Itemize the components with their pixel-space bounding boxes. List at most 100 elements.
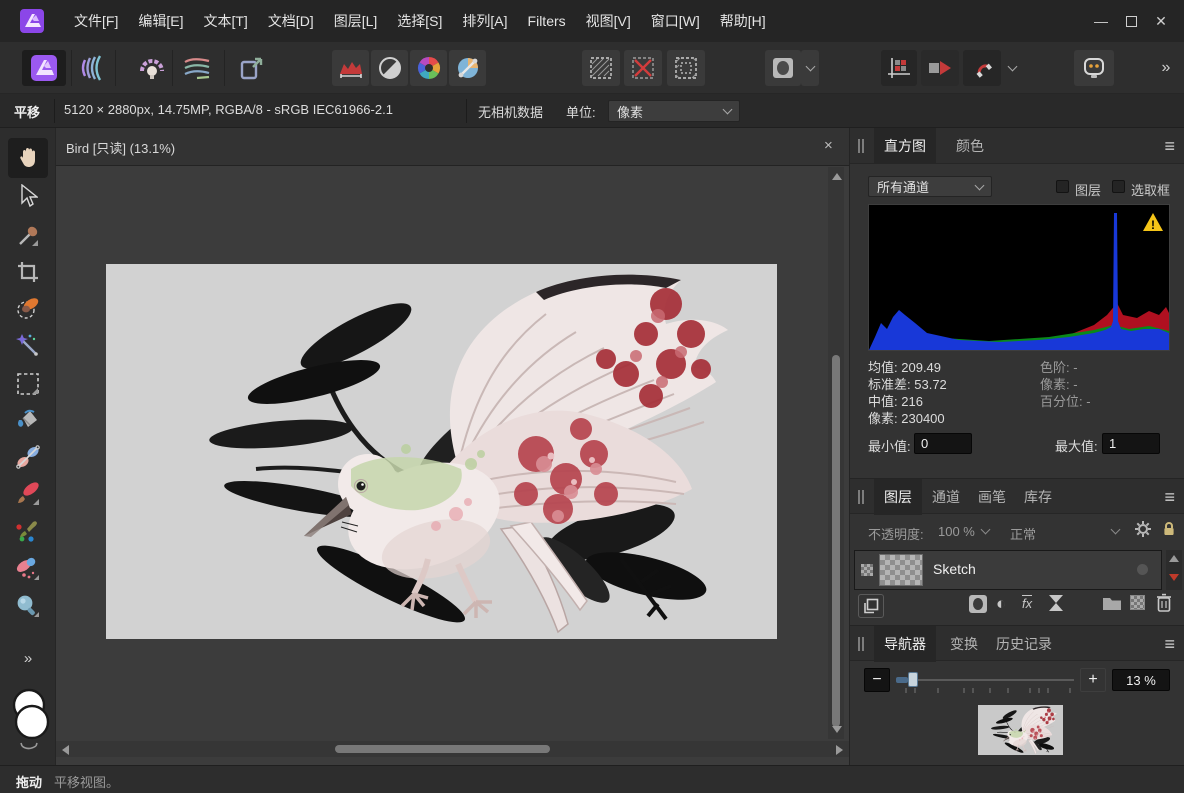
- zoom-out-button[interactable]: −: [864, 668, 890, 692]
- flood-fill-tool[interactable]: [14, 406, 42, 434]
- liquify-persona-button[interactable]: [75, 50, 111, 86]
- auto-colors-button[interactable]: [410, 50, 447, 86]
- color-picker-tool[interactable]: [14, 222, 42, 250]
- layer-visibility-dot[interactable]: [1137, 564, 1148, 575]
- group-layers-button[interactable]: [1102, 594, 1122, 615]
- layer-checkbox[interactable]: [1056, 180, 1069, 193]
- menu-view[interactable]: 视图[V]: [576, 0, 641, 42]
- zoom-slider-thumb[interactable]: [908, 672, 918, 687]
- develop-persona-button[interactable]: [134, 50, 170, 86]
- arrange-button[interactable]: [921, 50, 959, 86]
- maximize-button[interactable]: [1116, 0, 1146, 42]
- panel-grip-icon[interactable]: [858, 139, 860, 153]
- tab-color[interactable]: 颜色: [946, 128, 994, 164]
- scroll-up-icon[interactable]: [1169, 555, 1179, 562]
- mask-layer-button[interactable]: [968, 594, 988, 617]
- navigator-thumbnail[interactable]: [978, 705, 1063, 755]
- export-persona-button[interactable]: [234, 50, 270, 86]
- tab-layers[interactable]: 图层: [874, 479, 922, 515]
- layer-row-sketch[interactable]: Sketch: [854, 550, 1162, 590]
- marquee-checkbox[interactable]: [1112, 180, 1125, 193]
- menu-edit[interactable]: 编辑[E]: [128, 0, 193, 42]
- gradient-tool[interactable]: [14, 443, 42, 471]
- delete-layer-button[interactable]: [1156, 593, 1172, 615]
- zoom-slider-track[interactable]: [902, 679, 1074, 681]
- tab-stock[interactable]: 库存: [1014, 479, 1062, 515]
- marquee-select-tool[interactable]: [14, 370, 42, 398]
- panel-grip-icon[interactable]: [858, 490, 860, 504]
- scroll-down-icon[interactable]: [832, 726, 842, 733]
- adjustment-layer-button[interactable]: ◐: [996, 594, 1006, 614]
- max-input[interactable]: 1: [1102, 433, 1160, 454]
- menu-text[interactable]: 文本[T]: [193, 0, 257, 42]
- vertical-scrollbar[interactable]: [828, 167, 844, 739]
- menu-layer[interactable]: 图层[L]: [324, 0, 388, 42]
- panel-menu-icon[interactable]: ≡: [1164, 487, 1175, 507]
- panel-menu-icon[interactable]: ≡: [1164, 634, 1175, 654]
- crop-tool[interactable]: [14, 258, 42, 286]
- panel-grip-icon[interactable]: [858, 637, 860, 651]
- tab-history[interactable]: 历史记录: [986, 626, 1062, 662]
- mask-mode-dropdown[interactable]: [801, 50, 819, 86]
- lock-icon[interactable]: [1162, 521, 1176, 540]
- scroll-left-icon[interactable]: [62, 745, 69, 755]
- photo-persona-button[interactable]: [22, 50, 66, 86]
- min-input[interactable]: 0: [914, 433, 972, 454]
- horizontal-scrollbar[interactable]: [56, 741, 849, 757]
- chevron-down-icon[interactable]: [981, 525, 991, 535]
- select-all-button[interactable]: [582, 50, 620, 86]
- minimize-button[interactable]: —: [1086, 0, 1116, 42]
- assistant-manager-button[interactable]: [1074, 50, 1114, 86]
- menu-window[interactable]: 窗口[W]: [641, 0, 710, 42]
- menu-document[interactable]: 文档[D]: [258, 0, 324, 42]
- duplicate-layer-button[interactable]: [858, 594, 884, 618]
- scroll-right-icon[interactable]: [836, 745, 843, 755]
- deselect-button[interactable]: [624, 50, 662, 86]
- assistant-grid-button[interactable]: [881, 50, 917, 86]
- menu-select[interactable]: 选择[S]: [387, 0, 452, 42]
- auto-levels-button[interactable]: [332, 50, 369, 86]
- invert-selection-button[interactable]: [667, 50, 705, 86]
- tab-channels[interactable]: 通道: [922, 479, 970, 515]
- zoom-tool[interactable]: [14, 592, 42, 620]
- unit-dropdown[interactable]: 像素: [608, 100, 740, 122]
- menu-arrange[interactable]: 排列[A]: [452, 0, 517, 42]
- flood-select-tool[interactable]: [14, 332, 42, 360]
- channel-dropdown[interactable]: 所有通道: [868, 176, 992, 197]
- paint-brush-tool[interactable]: [14, 480, 42, 508]
- new-layer-button[interactable]: [1130, 595, 1145, 610]
- menu-file[interactable]: 文件[F]: [64, 0, 128, 42]
- snapping-button[interactable]: [963, 50, 1001, 86]
- color-replacement-brush-tool[interactable]: [14, 518, 42, 546]
- tab-histogram[interactable]: 直方图: [874, 128, 936, 164]
- zoom-in-button[interactable]: +: [1080, 668, 1106, 692]
- chevron-down-icon[interactable]: [1111, 525, 1121, 535]
- mask-mode-button[interactable]: [765, 50, 801, 86]
- vertical-scroll-thumb[interactable]: [832, 355, 840, 727]
- view-tool[interactable]: [14, 144, 42, 172]
- scroll-up-icon[interactable]: [832, 173, 842, 180]
- tone-mapping-persona-button[interactable]: [179, 50, 215, 86]
- layer-list-scrollbar[interactable]: [1166, 550, 1182, 590]
- scroll-down-icon[interactable]: [1169, 574, 1179, 581]
- close-button[interactable]: ✕: [1146, 0, 1176, 42]
- erase-brush-tool[interactable]: [14, 555, 42, 583]
- menu-help[interactable]: 帮助[H]: [710, 0, 776, 42]
- tab-brushes[interactable]: 画笔: [968, 479, 1016, 515]
- toolbar-overflow-button[interactable]: »: [1156, 50, 1176, 86]
- horizontal-scroll-thumb[interactable]: [335, 745, 550, 753]
- panel-menu-icon[interactable]: ≡: [1164, 136, 1175, 156]
- auto-contrast-button[interactable]: [371, 50, 408, 86]
- tools-overflow-button[interactable]: »: [14, 644, 42, 672]
- selection-brush-tool[interactable]: [14, 294, 42, 322]
- layer-effects-button[interactable]: fx: [1022, 595, 1032, 611]
- move-tool[interactable]: [14, 182, 42, 210]
- auto-white-balance-button[interactable]: [449, 50, 486, 86]
- layer-name[interactable]: Sketch: [933, 561, 976, 577]
- document-tab[interactable]: Bird [只读] (13.1%): [66, 138, 175, 157]
- menu-filters[interactable]: Filters: [518, 0, 576, 42]
- tab-close-icon[interactable]: ×: [824, 137, 833, 154]
- blend-options-gear-icon[interactable]: [1134, 520, 1152, 541]
- zoom-value-input[interactable]: 13 %: [1112, 669, 1170, 691]
- canvas[interactable]: [106, 264, 777, 639]
